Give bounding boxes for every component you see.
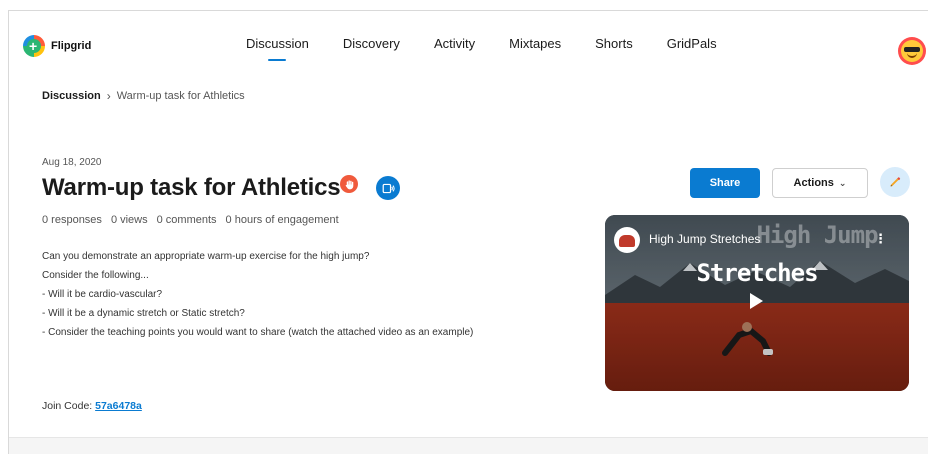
play-icon[interactable]	[750, 293, 763, 309]
nav-item-discovery[interactable]: Discovery	[326, 11, 417, 75]
prompt-line: Consider the following...	[42, 270, 149, 281]
main-nav: Discussion Discovery Activity Mixtapes S…	[229, 11, 734, 75]
edit-topic-button[interactable]	[880, 167, 910, 197]
video-overlay-text-2: Stretches	[696, 259, 818, 287]
responses-section-bar	[9, 437, 928, 454]
channel-avatar[interactable]	[614, 227, 640, 253]
user-avatar[interactable]	[898, 37, 926, 65]
prompt-line: - Consider the teaching points you would…	[42, 327, 474, 338]
topic-prompt: Can you demonstrate an appropriate warm-…	[42, 247, 473, 342]
stat-responses: 0 responses	[42, 214, 102, 226]
stat-engagement: 0 hours of engagement	[225, 214, 339, 226]
stat-views: 0 views	[110, 214, 148, 226]
sunglasses-emoji-icon	[901, 40, 923, 62]
app-frame: + Flipgrid Discussion Discovery Activity…	[8, 10, 928, 454]
pencil-icon	[890, 177, 901, 187]
hand-icon	[340, 175, 359, 193]
closed-captions-icon[interactable]	[376, 176, 401, 200]
nav-item-activity[interactable]: Activity	[417, 11, 492, 75]
chevron-down-icon: ⌄	[838, 177, 847, 188]
join-code-row: Join Code: 57a6478a	[42, 400, 142, 412]
actions-label: Actions	[793, 177, 834, 189]
prompt-line: - Will it be cardio-vascular?	[42, 289, 163, 300]
topic-date: Aug 18, 2020	[42, 157, 102, 168]
prompt-line: - Will it be a dynamic stretch or Static…	[42, 308, 245, 319]
join-code-label: Join Code:	[42, 400, 93, 412]
top-navigation-bar: + Flipgrid Discussion Discovery Activity…	[9, 11, 928, 75]
nav-item-gridpals[interactable]: GridPals	[650, 11, 734, 75]
breadcrumb-current: Warm-up task for Athletics	[116, 90, 245, 102]
topic-stats: 0 responses 0 views 0 comments 0 hours o…	[42, 214, 339, 226]
stat-comments: 0 comments	[156, 214, 217, 226]
join-code-link[interactable]: 57a6478a	[95, 400, 142, 412]
breadcrumb: Discussion › Warm-up task for Athletics	[42, 89, 245, 103]
topic-title-row: Warm-up task for Athletics	[42, 174, 401, 202]
more-vertical-icon[interactable]: ⋮	[874, 231, 887, 247]
logo-text: Flipgrid	[51, 40, 92, 52]
share-button[interactable]: Share	[690, 168, 760, 198]
nav-item-mixtapes[interactable]: Mixtapes	[492, 11, 578, 75]
nav-item-shorts[interactable]: Shorts	[578, 11, 650, 75]
video-title[interactable]: High Jump Stretches	[649, 232, 760, 246]
prompt-line: Can you demonstrate an appropriate warm-…	[42, 251, 370, 262]
video-player[interactable]: High Jump Stretches High Jump Stretches …	[605, 215, 909, 391]
flipgrid-logo-icon: +	[23, 35, 45, 57]
topic-title: Warm-up task for Athletics	[42, 174, 341, 201]
actions-dropdown-button[interactable]: Actions ⌄	[772, 168, 868, 198]
breadcrumb-separator: ›	[106, 89, 111, 103]
breadcrumb-discussion-link[interactable]: Discussion	[42, 90, 101, 102]
nav-item-discussion[interactable]: Discussion	[229, 11, 326, 75]
flipgrid-logo[interactable]: + Flipgrid	[23, 35, 91, 57]
